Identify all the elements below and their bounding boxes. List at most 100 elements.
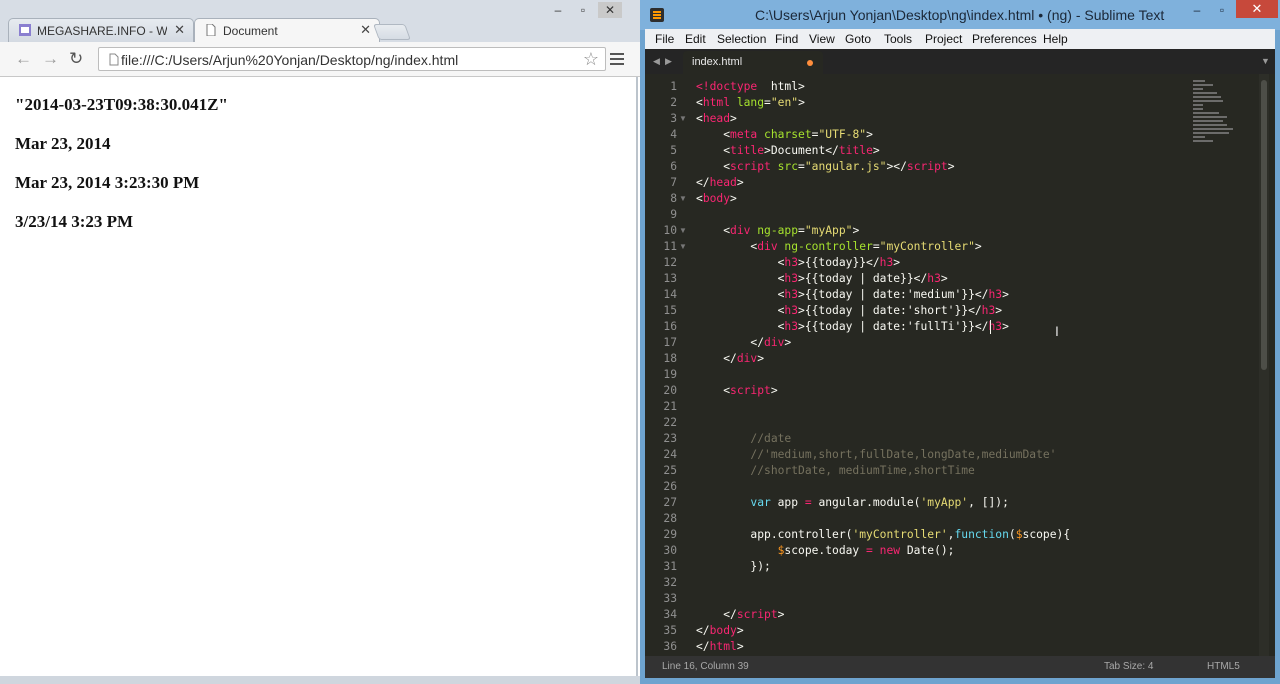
line-number: 36 [663, 640, 677, 653]
reload-icon[interactable]: ↻ [69, 50, 83, 67]
code-line[interactable]: <script> [696, 383, 777, 399]
line-number: 17 [663, 336, 677, 349]
code-line[interactable]: <head> [696, 111, 737, 127]
close-window-button[interactable]: ✕ [598, 2, 622, 18]
code-line[interactable]: <h3>{{today}}</h3> [696, 255, 900, 271]
bookmark-star-icon[interactable]: ☆ [583, 49, 599, 70]
code-line[interactable]: <script src="angular.js"></script> [696, 159, 954, 175]
line-number: 8 [670, 192, 677, 205]
forward-icon[interactable]: → [42, 50, 59, 67]
menu-edit[interactable]: Edit [685, 32, 706, 46]
line-number: 31 [663, 560, 677, 573]
code-line[interactable]: //'medium,short,fullDate,longDate,medium… [696, 447, 1056, 463]
fold-arrow-icon[interactable]: ▼ [679, 191, 687, 207]
close-tab-icon[interactable]: ✕ [174, 22, 185, 38]
code-token: h3 [988, 288, 1003, 301]
code-token: "myApp" [804, 224, 853, 237]
code-token: function [954, 528, 1009, 541]
code-token: </ [696, 176, 710, 189]
code-token: h3 [784, 320, 799, 333]
code-line[interactable]: </div> [696, 351, 764, 367]
line-number: 28 [663, 512, 677, 525]
menu-project[interactable]: Project [925, 32, 962, 46]
status-bar: Line 16, Column 39 Tab Size: 4 HTML5 [645, 656, 1275, 678]
code-line[interactable]: <h3>{{today | date:'medium'}}</h3> [696, 287, 1009, 303]
menu-view[interactable]: View [809, 32, 835, 46]
code-token: "en" [770, 96, 799, 109]
line-number: 16 [663, 320, 677, 333]
syntax-indicator[interactable]: HTML5 [1207, 661, 1240, 672]
fold-arrow-icon[interactable]: ▼ [679, 239, 687, 255]
browser-titlebar: MEGASHARE.INFO - Watc ✕ Document ✕ ‒ ▫ ✕ [0, 0, 640, 42]
line-number: 22 [663, 416, 677, 429]
code-token: html> [757, 80, 805, 93]
scrollbar-thumb[interactable] [1261, 80, 1267, 370]
code-line[interactable]: </div> [696, 335, 791, 351]
code-line[interactable]: <h3>{{today | date:'fullTi'}}</h3> [696, 319, 1009, 335]
code-line[interactable]: //shortDate, mediumTime,shortTime [696, 463, 974, 479]
code-line[interactable]: <meta charset="UTF-8"> [696, 127, 873, 143]
code-line[interactable]: <body> [696, 191, 737, 207]
tab-document[interactable]: Document ✕ [194, 18, 380, 42]
menu-goto[interactable]: Goto [845, 32, 871, 46]
menu-preferences[interactable]: Preferences [972, 32, 1037, 46]
tab-list-dropdown-icon[interactable]: ▼ [1261, 56, 1270, 66]
maximize-button[interactable]: ▫ [1210, 2, 1234, 18]
code-token: scope.today [784, 544, 867, 557]
line-number: 34 [663, 608, 677, 621]
menu-file[interactable]: File [655, 32, 674, 46]
maximize-button[interactable]: ▫ [571, 2, 595, 18]
menu-help[interactable]: Help [1043, 32, 1068, 46]
code-token: >{{today | date:'medium'}}</ [798, 288, 989, 301]
editor-tab-index-html[interactable]: index.html [683, 51, 823, 74]
code-token: > [736, 176, 744, 189]
minimap[interactable] [1193, 80, 1253, 150]
code-line[interactable]: <div ng-app="myApp"> [696, 223, 859, 239]
line-number: 12 [663, 256, 677, 269]
unsaved-dot-icon[interactable] [807, 60, 813, 66]
tab-right-arrow-icon[interactable]: ▶ [665, 56, 672, 67]
code-line[interactable]: <h3>{{today | date}}</h3> [696, 271, 948, 287]
code-line[interactable]: var app = angular.module('myApp', []); [696, 495, 1009, 511]
fold-arrow-icon[interactable]: ▼ [679, 223, 687, 239]
fold-arrow-icon[interactable]: ▼ [679, 111, 687, 127]
code-line[interactable]: </html> [696, 639, 744, 655]
back-icon[interactable]: ← [15, 50, 32, 67]
code-editor[interactable]: 1 2 3 4 5 6 7 8 9 10 11 12 13 14 15 16 17 18 19 20 21 22 23 24 2… [645, 74, 1275, 656]
code-token: </ [696, 640, 710, 653]
code-token: > [872, 144, 880, 157]
code-line[interactable]: </script> [696, 607, 784, 623]
close-window-button[interactable]: ✕ [1236, 0, 1278, 18]
code-token: scope){ [1022, 528, 1071, 541]
menu-find[interactable]: Find [775, 32, 798, 46]
code-line[interactable]: <title>Document</title> [696, 143, 880, 159]
code-line[interactable]: <div ng-controller="myController"> [696, 239, 981, 255]
code-line[interactable]: </head> [696, 175, 744, 191]
code-token: div [764, 336, 785, 349]
browser-menu-icon[interactable] [610, 53, 624, 68]
code-line[interactable]: $scope.today = new Date(); [696, 543, 955, 559]
tab-left-arrow-icon[interactable]: ◀ [653, 56, 660, 67]
menu-tools[interactable]: Tools [884, 32, 912, 46]
new-tab-button[interactable] [373, 24, 411, 40]
close-tab-icon[interactable]: ✕ [360, 22, 371, 38]
tab-size-indicator[interactable]: Tab Size: 4 [1104, 661, 1153, 672]
line-number: 9 [670, 208, 677, 221]
menu-bar: File Edit Selection Find View Goto Tools… [645, 29, 1275, 49]
code-line[interactable]: </body> [696, 623, 744, 639]
code-token: < [696, 304, 785, 317]
minimize-button[interactable]: ‒ [1185, 2, 1209, 18]
code-token: 'myApp' [920, 496, 969, 509]
vertical-scrollbar[interactable] [1259, 74, 1269, 656]
minimize-button[interactable]: ‒ [546, 2, 570, 18]
line-number: 30 [663, 544, 677, 557]
address-bar[interactable]: file:///C:/Users/Arjun%20Yonjan/Desktop/… [98, 47, 606, 71]
code-line[interactable]: <!doctype html> [696, 79, 805, 95]
code-line[interactable]: app.controller('myController',function($… [696, 527, 1070, 543]
menu-selection[interactable]: Selection [717, 32, 766, 46]
tab-megashare[interactable]: MEGASHARE.INFO - Watc ✕ [8, 18, 194, 42]
code-line[interactable]: <html lang="en"> [696, 95, 805, 111]
code-line[interactable]: <h3>{{today | date:'short'}}</h3> [696, 303, 1002, 319]
code-line[interactable]: //date [696, 431, 791, 447]
code-line[interactable]: }); [696, 559, 770, 575]
